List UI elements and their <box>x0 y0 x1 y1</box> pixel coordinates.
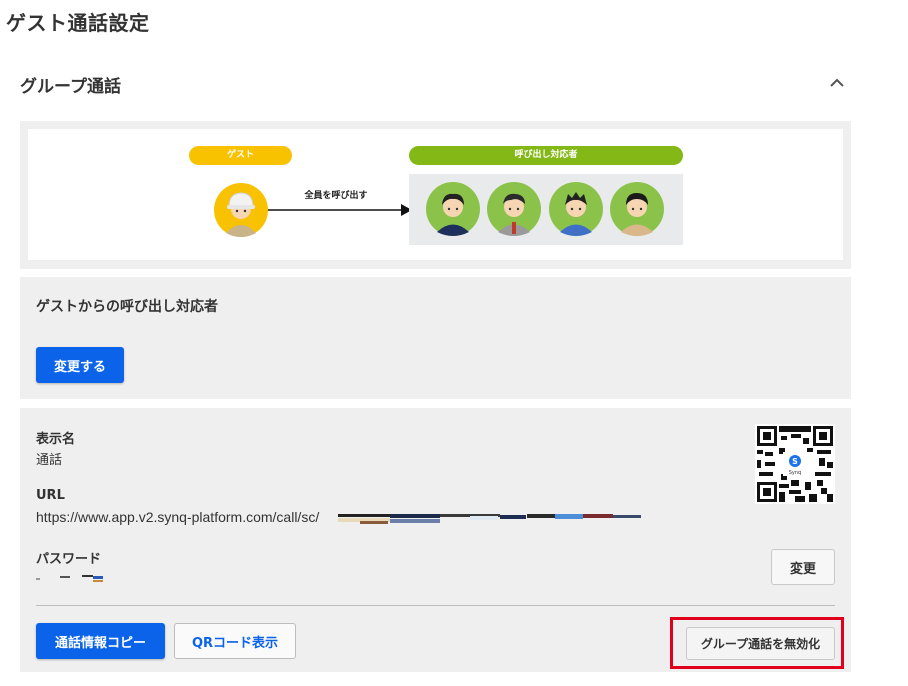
url-label: URL <box>36 488 65 503</box>
responder-avatar-icon <box>487 182 541 236</box>
chevron-up-icon[interactable] <box>826 72 848 94</box>
svg-text:S: S <box>792 457 798 466</box>
responders-pill: 呼び出し対応者 <box>409 146 683 165</box>
responders-group <box>409 174 683 245</box>
display-name-value: 通話 <box>36 453 63 468</box>
responder-avatar-icon <box>549 182 603 236</box>
divider <box>36 605 835 606</box>
arrow-label: 全員を呼び出す <box>304 191 368 201</box>
url-value: https://www.app.v2.synq-platform.com/cal… <box>36 509 320 525</box>
responder-avatar-icon <box>610 182 664 236</box>
callee-panel: ゲストからの呼び出し対応者 変更する <box>20 277 851 399</box>
disable-group-call-button[interactable]: グループ通話を無効化 <box>686 627 835 660</box>
show-qr-button[interactable]: QRコード表示 <box>174 623 296 659</box>
svg-text:Synq: Synq <box>789 470 801 476</box>
arrow-icon <box>268 204 412 216</box>
display-name-label: 表示名 <box>36 432 76 447</box>
change-password-button[interactable]: 変更 <box>771 549 835 585</box>
callee-title: ゲストからの呼び出し対応者 <box>36 299 218 315</box>
guest-avatar-icon <box>214 183 268 237</box>
password-label: パスワード <box>36 552 102 567</box>
group-call-section-header[interactable]: グループ通話 <box>20 66 852 100</box>
section-title: グループ通話 <box>20 77 121 97</box>
copy-call-info-button[interactable]: 通話情報コピー <box>36 623 165 659</box>
qr-code-image: S Synq <box>755 424 835 504</box>
page-title: ゲスト通話設定 <box>6 11 150 35</box>
responder-avatar-icon <box>426 182 480 236</box>
illustration-canvas: ゲスト 呼び出し対応者 全員を呼び出す <box>28 129 843 260</box>
guest-pill: ゲスト <box>189 146 292 165</box>
change-callee-button[interactable]: 変更する <box>36 347 124 383</box>
group-call-illustration: ゲスト 呼び出し対応者 全員を呼び出す <box>20 121 851 269</box>
call-info-panel: 表示名 通話 URL https://www.app.v2.synq-platf… <box>20 408 851 672</box>
